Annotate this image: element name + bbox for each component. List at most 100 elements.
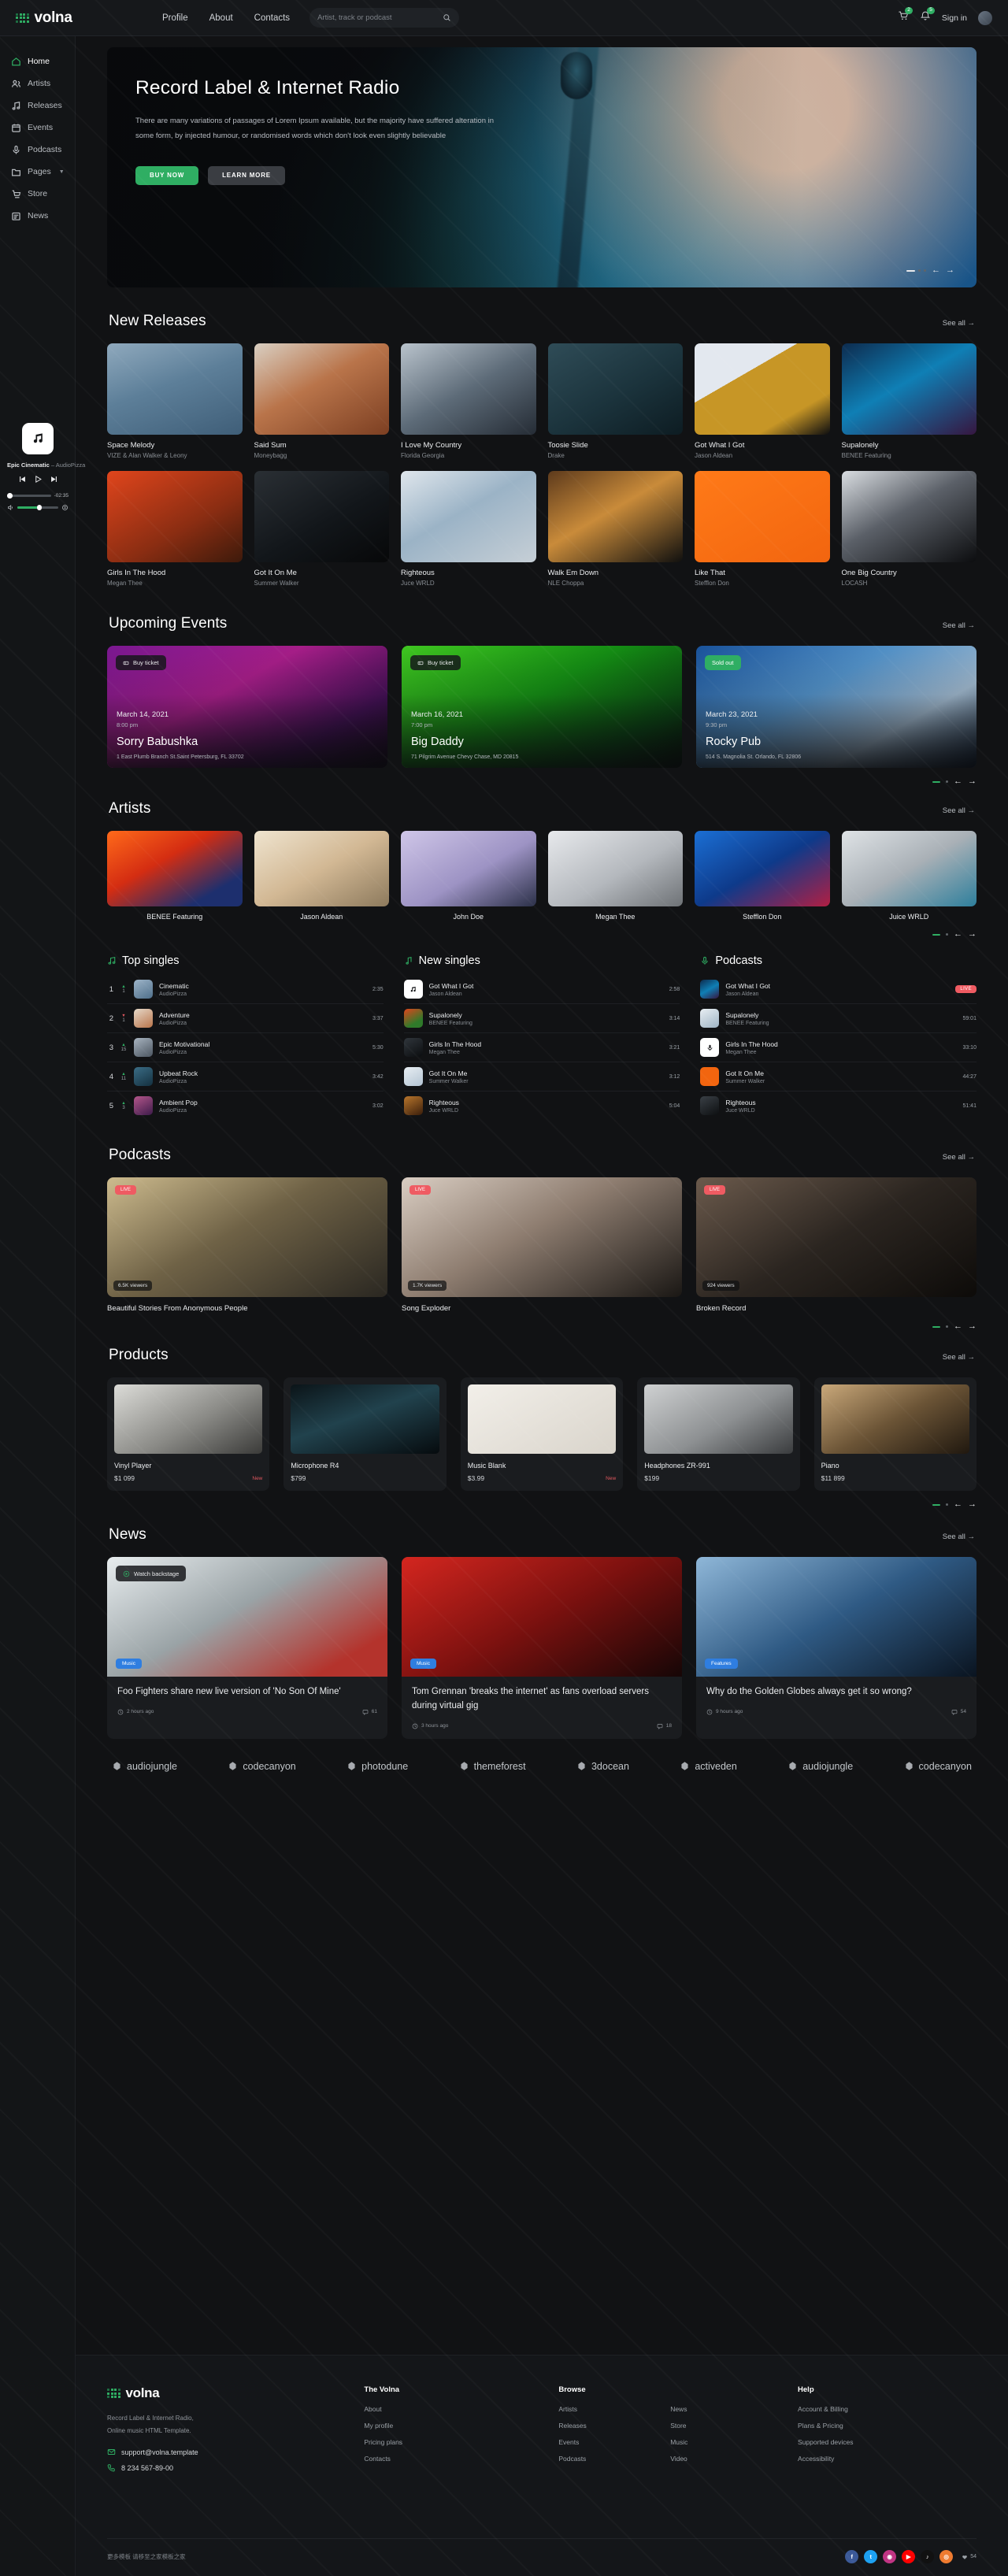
search-input[interactable]: [317, 13, 439, 22]
release-card[interactable]: Got What I Got Jason Aldean: [695, 343, 830, 459]
sidebar-item-pages[interactable]: Pages ▼: [0, 161, 75, 183]
tiktok-icon[interactable]: ♪: [921, 2550, 935, 2563]
footer-link[interactable]: Releases: [558, 2422, 670, 2430]
release-card[interactable]: Toosie Slide Drake: [547, 343, 683, 459]
footer-link[interactable]: Account & Billing: [798, 2405, 976, 2413]
footer-link[interactable]: About: [364, 2405, 543, 2413]
list-item[interactable]: 2 ▼ 1 Adventure AudioPizza 3:37: [107, 1004, 384, 1033]
footer-link[interactable]: Store: [670, 2422, 782, 2430]
release-card[interactable]: Supalonely BENEE Featuring: [841, 343, 976, 459]
notifications-button[interactable]: 5: [920, 7, 935, 25]
artists-prev-icon[interactable]: ←: [954, 930, 962, 939]
events-prev-icon[interactable]: ←: [954, 777, 962, 786]
release-card[interactable]: Walk Em Down NLE Choppa: [547, 471, 683, 587]
sold-out-badge[interactable]: Sold out: [705, 655, 741, 670]
partner-logo[interactable]: codecanyon: [904, 1761, 972, 1772]
list-item[interactable]: Girls In The Hood Megan Thee 3:21: [403, 1033, 680, 1062]
topnav-item-about[interactable]: About: [209, 13, 233, 23]
partner-logo[interactable]: themeforest: [459, 1761, 526, 1772]
news-card[interactable]: Features Why do the Golden Globes always …: [696, 1557, 976, 1739]
release-card[interactable]: I Love My Country Florida Georgia: [401, 343, 536, 459]
list-item[interactable]: 1 ▲ 1 Cinematic AudioPizza 2:35: [107, 975, 384, 1004]
sidebar-item-artists[interactable]: Artists: [0, 72, 75, 95]
sidebar-item-store[interactable]: Store: [0, 183, 75, 205]
learn-more-button[interactable]: LEARN MORE: [208, 165, 285, 185]
footer-link[interactable]: My profile: [364, 2422, 543, 2430]
release-card[interactable]: Space Melody VIZE & Alan Walker & Leony: [107, 343, 243, 459]
list-item[interactable]: 5 ▲ 3 Ambient Pop AudioPizza 3:02: [107, 1092, 384, 1120]
sidebar-item-home[interactable]: Home: [0, 50, 75, 72]
progress-knob[interactable]: [7, 493, 13, 499]
event-card[interactable]: Sold out March 23, 2021 9:30 pm Rocky Pub 51…: [696, 646, 976, 768]
product-card[interactable]: Vinyl Player $1 099 New: [107, 1377, 270, 1491]
sidebar-item-events[interactable]: Events: [0, 117, 75, 139]
partner-logo[interactable]: audiojungle: [112, 1761, 177, 1772]
footer-link[interactable]: News: [670, 2405, 782, 2413]
footer-link[interactable]: Events: [558, 2438, 670, 2446]
news-card[interactable]: Watch backstage Music Foo Fighters share n…: [107, 1557, 387, 1739]
footer-link[interactable]: Contacts: [364, 2455, 543, 2463]
podcast-card[interactable]: LIVE 6.5K viewers Beautiful Stories From A…: [107, 1177, 387, 1313]
youtube-icon[interactable]: ▶: [902, 2550, 916, 2563]
see-all-link[interactable]: See all →: [943, 1533, 975, 1541]
list-item[interactable]: Girls In The Hood Megan Thee 33:10: [700, 1033, 976, 1062]
podcast-card[interactable]: LIVE 1.7K viewers Song Exploder: [402, 1177, 682, 1313]
release-card[interactable]: Like That Stefflon Don: [695, 471, 830, 587]
progress-track[interactable]: [7, 493, 51, 499]
list-item[interactable]: Righteous Juce WRLD 5:04: [403, 1092, 680, 1120]
product-card[interactable]: Headphones ZR-991 $199: [637, 1377, 800, 1491]
footer-logo[interactable]: volna: [107, 2385, 348, 2401]
see-all-link[interactable]: See all →: [943, 319, 975, 328]
volume-track[interactable]: [17, 505, 58, 510]
footer-email[interactable]: support@volna.template: [107, 2448, 348, 2456]
facebook-icon[interactable]: f: [845, 2550, 859, 2563]
footer-phone[interactable]: 8 234 567-89-00: [107, 2463, 348, 2472]
footer-link[interactable]: Pricing plans: [364, 2438, 543, 2446]
release-card[interactable]: Said Sum Moneybagg: [254, 343, 389, 459]
previous-button[interactable]: [18, 473, 27, 487]
watch-backstage-button[interactable]: Watch backstage: [116, 1566, 187, 1581]
partner-logo[interactable]: audiojungle: [788, 1761, 853, 1772]
partner-logo[interactable]: photodune: [346, 1761, 408, 1772]
product-card[interactable]: Piano $11 899: [813, 1377, 976, 1491]
play-button[interactable]: [34, 473, 43, 487]
list-item[interactable]: Got It On Me Summer Walker 3:12: [403, 1062, 680, 1092]
artist-card[interactable]: Jason Aldean: [254, 831, 389, 921]
artist-card[interactable]: Stefflon Don: [695, 831, 830, 921]
list-item[interactable]: Got What I Got Jason Aldean LIVE: [700, 975, 976, 1004]
release-card[interactable]: Righteous Juce WRLD: [401, 471, 536, 587]
events-next-icon[interactable]: →: [968, 777, 976, 786]
list-item[interactable]: 3 ▲ 15 Epic Motivational AudioPizza 5:30: [107, 1033, 384, 1062]
sidebar-item-releases[interactable]: Releases: [0, 95, 75, 117]
player-volume[interactable]: [7, 504, 69, 511]
podcasts-prev-icon[interactable]: ←: [954, 1322, 962, 1331]
list-item[interactable]: Got It On Me Summer Walker 44:27: [700, 1062, 976, 1092]
see-all-link[interactable]: See all →: [943, 1353, 975, 1362]
next-button[interactable]: [50, 473, 58, 487]
see-all-link[interactable]: See all →: [943, 806, 975, 815]
search-box[interactable]: [309, 8, 460, 28]
buy-ticket-button[interactable]: Buy ticket: [116, 655, 166, 670]
buy-ticket-button[interactable]: Buy ticket: [410, 655, 461, 670]
footer-link[interactable]: Supported devices: [798, 2438, 976, 2446]
artist-card[interactable]: BENEE Featuring: [107, 831, 243, 921]
release-card[interactable]: One Big Country LOCASH: [841, 471, 976, 587]
hero-prev-icon[interactable]: ←: [932, 266, 940, 275]
list-item[interactable]: 4 ▲ 11 Upbeat Rock AudioPizza 3:42: [107, 1062, 384, 1092]
artist-card[interactable]: Juice WRLD: [841, 831, 976, 921]
see-all-link[interactable]: See all →: [943, 1153, 975, 1162]
artist-card[interactable]: Megan Thee: [547, 831, 683, 921]
instagram-icon[interactable]: ◉: [883, 2550, 897, 2563]
list-item[interactable]: Got What I Got Jason Aldean 2:58: [403, 975, 680, 1004]
artist-card[interactable]: John Doe: [401, 831, 536, 921]
volume-knob[interactable]: [36, 505, 43, 510]
topnav-item-contacts[interactable]: Contacts: [254, 13, 290, 23]
partner-logo[interactable]: activeden: [680, 1761, 737, 1772]
footer-link[interactable]: Video: [670, 2455, 782, 2463]
podcast-card[interactable]: LIVE 924 viewers Broken Record: [696, 1177, 976, 1313]
sign-in-link[interactable]: Sign in: [942, 13, 967, 23]
sidebar-item-podcasts[interactable]: Podcasts: [0, 139, 75, 161]
cart-button[interactable]: 2: [898, 7, 913, 25]
release-card[interactable]: Got It On Me Summer Walker: [254, 471, 389, 587]
product-card[interactable]: Music Blank $3.99 New: [460, 1377, 624, 1491]
